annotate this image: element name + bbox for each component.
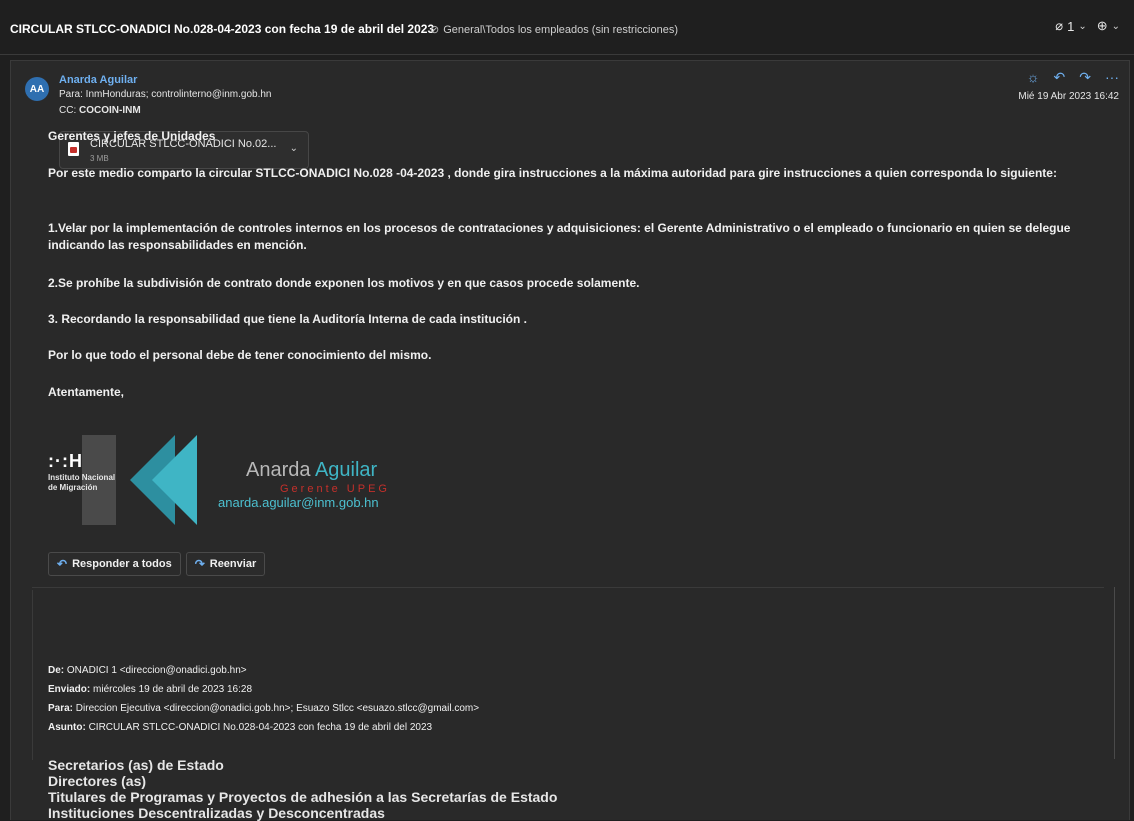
- signature-role: Gerente UPEG: [280, 483, 390, 495]
- signature-last-name: Aguilar: [314, 459, 378, 481]
- forward-button[interactable]: ↷ Reenviar: [185, 552, 266, 576]
- from-label: De:: [48, 665, 65, 676]
- header-actions: ⌀ 1 ⌄ ⊕ ⌄: [1055, 18, 1120, 34]
- forwarded-line: Titulares de Programas y Proyectos de ad…: [48, 789, 558, 805]
- forwarded-line: Directores (as): [48, 773, 147, 789]
- email-subject: CIRCULAR STLCC-ONADICI No.028-04-2023 co…: [10, 22, 435, 36]
- to-value: Direccion Ejecutiva <direccion@onadici.g…: [75, 703, 480, 714]
- logo-text: de Migración: [48, 483, 98, 492]
- body-paragraph: 2.Se prohíbe la subdivisión de contrato …: [48, 276, 640, 290]
- forwarded-subject: Asunto: CIRCULAR STLCC-ONADICI No.028-04…: [48, 722, 432, 733]
- paperclip-icon: ⌀: [1055, 18, 1064, 33]
- attachments-count: 1: [1067, 18, 1075, 34]
- scrollbar-track[interactable]: [1114, 587, 1115, 759]
- message-actions: ☼ ↶ ↷ ···: [1027, 69, 1119, 86]
- reply-all-label: Responder a todos: [72, 558, 172, 570]
- chevron-down-icon: ⌄: [1078, 20, 1087, 32]
- reading-pane-header: CIRCULAR STLCC-ONADICI No.028-04-2023 co…: [0, 0, 1134, 55]
- sent-label: Enviado:: [48, 684, 91, 695]
- signature-email: anarda.aguilar@inm.gob.hn: [218, 495, 379, 510]
- chevron-down-icon: ⌄: [1111, 20, 1120, 32]
- sensitivity-text: General\Todos los empleados (sin restric…: [443, 24, 678, 36]
- forwarded-to: Para: Direccion Ejecutiva <direccion@ona…: [48, 703, 479, 714]
- zoom-icon: ⊕: [1096, 18, 1108, 33]
- zoom-button[interactable]: ⊕ ⌄: [1097, 18, 1120, 34]
- sent-value: miércoles 19 de abril de 2023 16:28: [93, 684, 253, 695]
- forward-label: Reenviar: [209, 558, 257, 570]
- subject-value: CIRCULAR STLCC-ONADICI No.028-04-2023 co…: [88, 722, 433, 733]
- reply-all-icon: ↶: [57, 557, 68, 571]
- to-label: Para:: [48, 703, 74, 714]
- sender-name[interactable]: Anarda Aguilar: [59, 74, 137, 86]
- reply-icon[interactable]: ↶: [1054, 69, 1066, 86]
- message-date: Mié 19 Abr 2023 16:42: [1018, 91, 1119, 102]
- attachment-size: 3 MB: [90, 154, 109, 163]
- body-paragraph: Por este medio comparto la circular STLC…: [48, 166, 1057, 180]
- body-paragraph: Por lo que todo el personal debe de tene…: [48, 348, 432, 362]
- recipients-cc: CC: COCOIN-INM: [59, 105, 141, 116]
- forward-icon[interactable]: ↷: [1079, 69, 1091, 86]
- forward-icon: ↷: [194, 557, 205, 571]
- logo-text: Instituto Nacional: [48, 473, 116, 482]
- sensitivity-label[interactable]: ⊘ General\Todos los empleados (sin restri…: [430, 23, 678, 36]
- sun-icon[interactable]: ☼: [1027, 69, 1040, 86]
- forwarded-from: De: ONADICI 1 <direccion@onadici.gob.hn>: [48, 665, 247, 676]
- signature-banner: :·:H Instituto Nacional de Migración Ana…: [48, 435, 428, 525]
- from-value: ONADICI 1 <direccion@onadici.gob.hn>: [66, 665, 247, 676]
- logo-mark: :·:H: [48, 451, 83, 471]
- cc-value: COCOIN-INM: [79, 105, 141, 116]
- reply-bar: ↶ Responder a todos ↷ Reenviar: [48, 552, 266, 576]
- body-paragraph: 1.Velar por la implementación de control…: [48, 221, 1071, 252]
- avatar[interactable]: AA: [25, 77, 49, 101]
- forwarded-sent: Enviado: miércoles 19 de abril de 2023 1…: [48, 684, 252, 695]
- greeting: Gerentes y jefes de Unidades: [48, 129, 216, 143]
- recipients-to: Para: InmHonduras; controlinterno@inm.go…: [59, 89, 272, 100]
- reply-all-button[interactable]: ↶ Responder a todos: [48, 552, 181, 576]
- body-paragraph: 3. Recordando la responsabilidad que tie…: [48, 312, 527, 326]
- closing: Atentamente,: [48, 385, 125, 399]
- forwarded-line: Secretarios (as) de Estado: [48, 757, 224, 773]
- cc-label: CC:: [59, 105, 77, 116]
- signature-name: Anarda Aguilar: [246, 459, 377, 482]
- attachments-button[interactable]: ⌀ 1 ⌄: [1055, 18, 1086, 34]
- signature-first-name: Anarda: [246, 459, 311, 481]
- quote-divider: [32, 590, 33, 760]
- tag-icon: ⊘: [430, 24, 440, 36]
- more-icon[interactable]: ···: [1105, 69, 1119, 86]
- subject-label: Asunto:: [48, 722, 86, 733]
- logo-chevron: [152, 435, 197, 525]
